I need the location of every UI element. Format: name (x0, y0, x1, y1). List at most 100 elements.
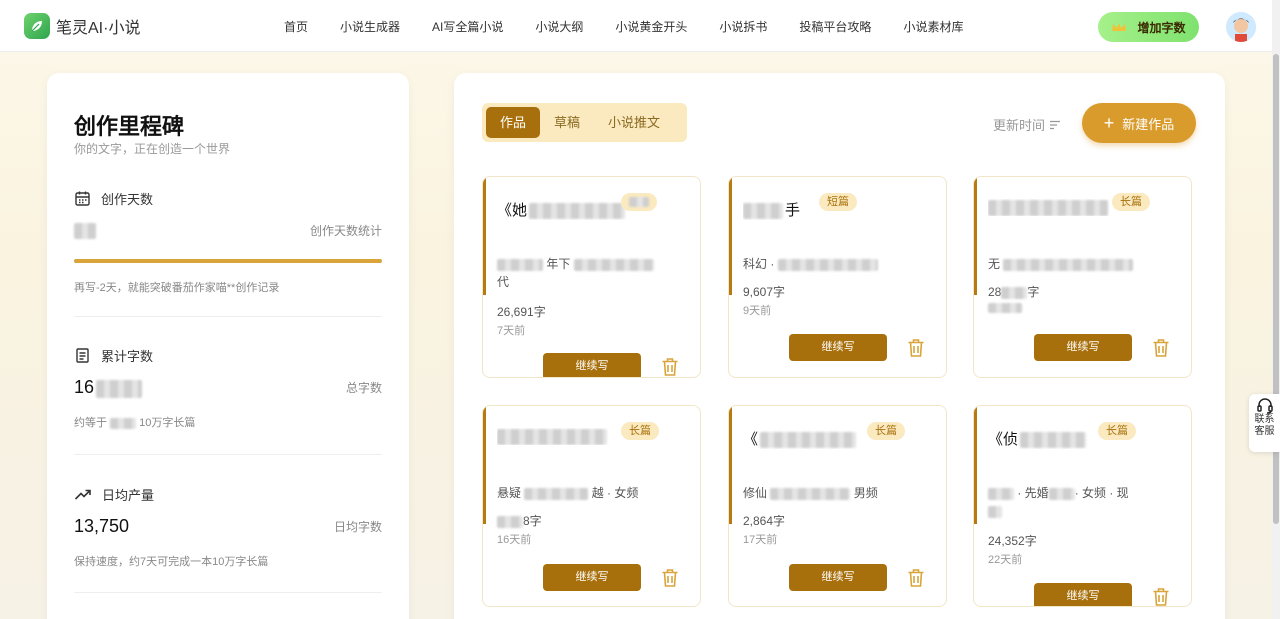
work-updated-time: 9天前 (743, 305, 772, 317)
badge-blurred (629, 197, 649, 208)
stat-total-note-prefix: 约等于 (74, 417, 107, 429)
card-accent-bar (729, 406, 732, 524)
logo-text: 笔灵AI·小说 (56, 20, 141, 37)
page-scrollbar-thumb[interactable] (1273, 54, 1279, 524)
nav-novel-generator[interactable]: 小说生成器 (324, 18, 416, 35)
work-title-blurred (529, 203, 626, 220)
milestone-title: 创作里程碑 (74, 114, 185, 139)
trash-icon[interactable] (907, 568, 925, 588)
days-progress-bar (74, 259, 382, 263)
meta-blurred (988, 505, 1002, 518)
add-words-button[interactable]: 增加字数 (1098, 12, 1199, 42)
work-type-badge: 长篇 (867, 422, 905, 440)
crown-icon (1112, 23, 1127, 31)
continue-writing-button[interactable]: 继续写 (789, 334, 887, 361)
trash-icon[interactable] (1152, 338, 1170, 358)
top-navigation-bar: 笔灵AI·小说 首页 小说生成器 AI写全篇小说 小说大纲 小说黄金开头 小说拆… (0, 0, 1272, 52)
work-type-badge: 短篇 (819, 193, 857, 211)
work-type-badge: 长篇 (1112, 193, 1150, 211)
stat-days-heading: 创作天数 (101, 192, 154, 207)
add-words-label: 增加字数 (1137, 20, 1186, 35)
stat-daily-note: 保持速度，约7天可完成一本10万字长篇 (74, 556, 269, 568)
stat-total-value-blurred (96, 379, 143, 398)
trash-icon[interactable] (1152, 587, 1170, 607)
stat-days-label: 创作天数统计 (309, 224, 382, 238)
service-line1: 联系 (1254, 414, 1275, 425)
works-tabs: 作品 草稿 小说推文 (482, 103, 687, 142)
sort-icon (1050, 120, 1061, 129)
work-updated-time: 16天前 (497, 534, 532, 546)
tab-works[interactable]: 作品 (486, 107, 541, 138)
calendar-icon (75, 191, 90, 206)
nav-home[interactable]: 首页 (270, 18, 324, 35)
trending-up-icon (74, 489, 91, 500)
card-accent-bar (974, 406, 977, 524)
meta-blurred (524, 487, 589, 500)
sort-label: 更新时间 (993, 118, 1046, 133)
divider (74, 592, 382, 593)
new-work-label: 新建作品 (1122, 116, 1175, 132)
divider (74, 316, 382, 317)
service-line2: 客服 (1254, 426, 1275, 437)
nav-ai-full-novel[interactable]: AI写全篇小说 (416, 18, 519, 35)
continue-writing-button[interactable]: 继续写 (1034, 583, 1132, 606)
stat-total-note: 约等于 10万字长篇 (74, 414, 382, 430)
new-work-button[interactable]: + 新建作品 (1082, 103, 1196, 143)
continue-writing-button[interactable]: 继续写 (789, 564, 887, 591)
divider (74, 454, 382, 455)
card-accent-bar (729, 177, 732, 295)
headset-icon (1256, 398, 1273, 414)
stat-total-words: 累计字数 16 总字数 约等于 10万字长篇 (74, 346, 382, 430)
trash-icon[interactable] (907, 338, 925, 358)
stat-total-note-blurred (110, 417, 137, 429)
nav-book-breakdown[interactable]: 小说拆书 (703, 18, 783, 35)
work-title: 手 (743, 199, 893, 220)
tab-novel-promo[interactable]: 小说推文 (594, 107, 674, 138)
work-card[interactable]: 《 长篇 修仙 男频 2,864字 17天前 继续写 (728, 405, 947, 607)
work-genre-tags: 悬疑 越 · 女频 (497, 486, 639, 500)
continue-writing-button[interactable]: 继续写 (543, 353, 641, 377)
work-updated-time: 17天前 (743, 534, 778, 546)
plus-icon: + (1103, 113, 1115, 133)
work-genre-tags: 科幻 · (743, 255, 938, 273)
work-word-count: 8字 (497, 512, 542, 529)
work-card[interactable]: 《她 年下 代 26,691字 7天前 继续写 (482, 176, 701, 378)
work-card[interactable]: 长篇 悬疑 越 · 女频 8字 16天前 继续写 (482, 405, 701, 607)
card-accent-bar (483, 177, 486, 295)
work-title-blurred (497, 429, 607, 446)
trash-icon[interactable] (661, 568, 679, 588)
work-card[interactable]: 手 短篇 科幻 · 9,607字 9天前 继续写 (728, 176, 947, 378)
user-avatar[interactable] (1226, 12, 1256, 42)
nav-outline[interactable]: 小说大纲 (519, 18, 599, 35)
stat-days-note: 再写-2天，就能突破番茄作家喵**创作记录 (74, 282, 280, 294)
work-title-blurred (988, 200, 1108, 217)
meta-blurred (770, 487, 851, 500)
work-genre-tags: 修仙 男频 (743, 486, 878, 500)
continue-writing-button[interactable]: 继续写 (543, 564, 641, 591)
stat-daily-output: 日均产量 13,750 日均字数 保持速度，约7天可完成一本10万字长篇 (74, 485, 382, 569)
stat-total-label: 总字数 (345, 381, 382, 395)
customer-service-button[interactable]: 联系 客服 (1249, 394, 1280, 452)
work-word-count: 9,607字 (743, 285, 786, 299)
nav-material-library[interactable]: 小说素材库 (887, 18, 979, 35)
milestone-subtitle: 你的文字，正在创造一个世界 (74, 142, 231, 156)
work-card[interactable]: 《侦 长篇 · 先婚 · 女频 · 现 24,352字 22天前 继续写 (973, 405, 1192, 607)
work-word-count: 2,864字 (743, 514, 786, 528)
meta-blurred (1048, 487, 1075, 500)
work-word-count: 28 字 (988, 285, 1040, 299)
continue-writing-button[interactable]: 继续写 (1034, 334, 1132, 361)
stat-daily-heading: 日均产量 (102, 488, 155, 503)
nav-submission-guide[interactable]: 投稿平台攻略 (783, 18, 887, 35)
work-title-blurred (743, 203, 783, 220)
stat-total-heading: 累计字数 (101, 349, 154, 364)
trash-icon[interactable] (661, 357, 679, 377)
logo[interactable]: 笔灵AI·小说 (24, 13, 140, 39)
work-type-badge: 长篇 (621, 422, 659, 440)
work-title-blurred (1020, 432, 1087, 449)
tab-drafts[interactable]: 草稿 (540, 107, 594, 138)
sort-by-update-time[interactable]: 更新时间 (993, 115, 1062, 134)
nav-golden-opening[interactable]: 小说黄金开头 (599, 18, 703, 35)
work-card[interactable]: 长篇 无 28 字 继续写 (973, 176, 1192, 378)
work-updated-time (988, 302, 1022, 314)
meta-blurred (573, 258, 654, 271)
